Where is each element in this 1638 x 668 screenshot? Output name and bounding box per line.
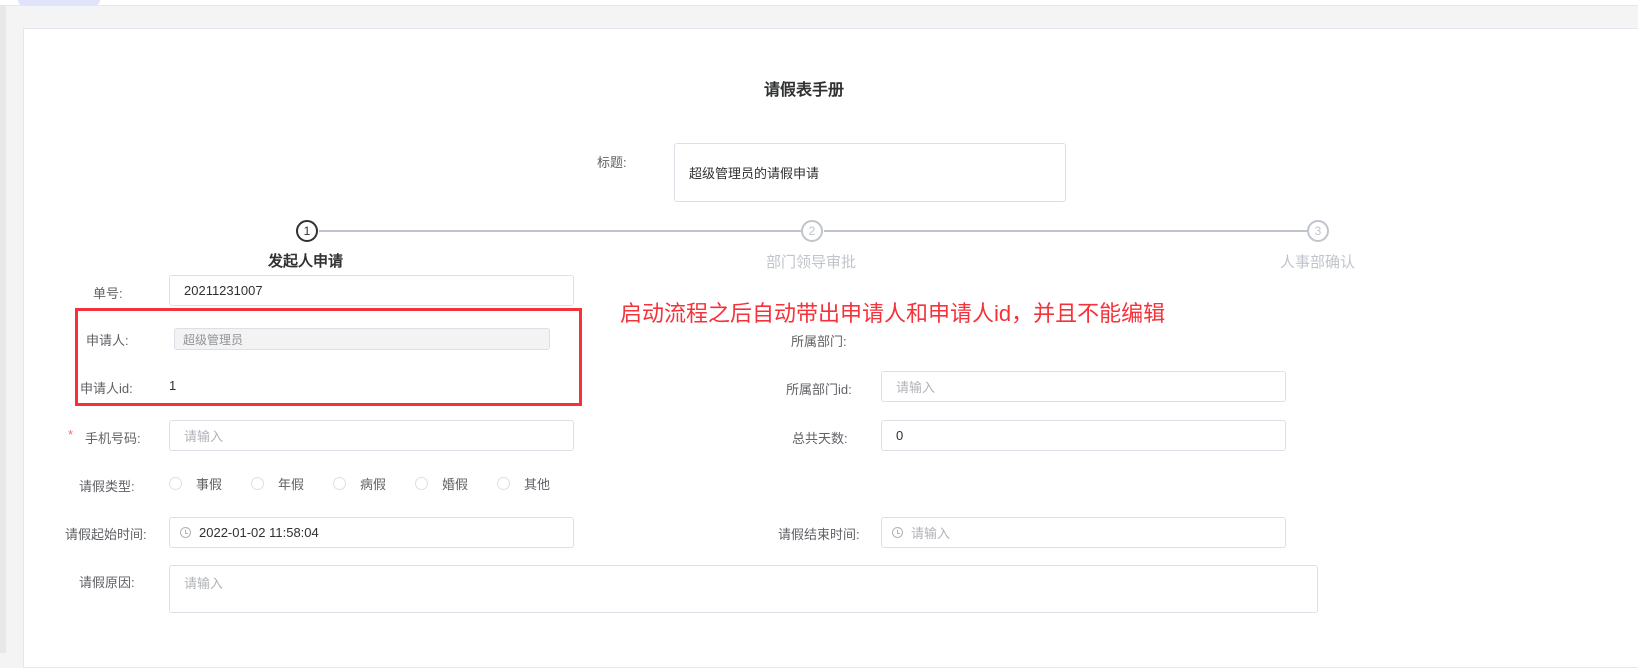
department-label: 所属部门: <box>791 334 847 349</box>
applicant-input-disabled: 超级管理员 <box>174 328 550 350</box>
step-line-2 <box>824 230 1307 232</box>
step-2-label: 部门领导审批 <box>766 254 857 271</box>
department-id-input[interactable]: 请输入 <box>881 371 1286 402</box>
left-scroll-edge <box>0 6 6 653</box>
applicant-id-label: 申请人id: <box>80 381 133 396</box>
radio-circle-icon <box>497 477 510 490</box>
subject-input[interactable]: 超级管理员的请假申请 <box>674 143 1066 202</box>
phone-input[interactable]: 请输入 <box>169 420 574 451</box>
annotation-box <box>75 308 582 406</box>
radio-option[interactable]: 事假 <box>169 474 222 493</box>
clock-icon <box>180 527 191 538</box>
page-title: 请假表手册 <box>764 82 845 99</box>
radio-option[interactable]: 婚假 <box>415 474 468 493</box>
clock-icon <box>892 527 903 538</box>
leave-type-label: 请假类型: <box>79 479 135 494</box>
annotation-text: 启动流程之后自动带出申请人和申请人id，并且不能编辑 <box>620 301 1166 326</box>
radio-circle-icon <box>169 477 182 490</box>
radio-option[interactable]: 其他 <box>497 474 550 493</box>
radio-circle-icon <box>415 477 428 490</box>
radio-option[interactable]: 病假 <box>333 474 386 493</box>
step-3-icon: 3 <box>1307 220 1329 242</box>
step-1-label: 发起人申请 <box>268 253 344 270</box>
step-1-icon: 1 <box>296 220 318 242</box>
applicant-label: 申请人: <box>86 333 129 348</box>
reason-textarea[interactable]: 请输入 <box>169 565 1318 613</box>
radio-option[interactable]: 年假 <box>251 474 304 493</box>
step-2-icon: 2 <box>801 220 823 242</box>
top-bar <box>0 0 1638 6</box>
total-days-input[interactable]: 0 <box>881 420 1286 451</box>
start-time-label: 请假起始时间: <box>65 527 147 542</box>
reason-label: 请假原因: <box>79 575 135 590</box>
total-days-label: 总共天数: <box>792 431 848 446</box>
department-id-label: 所属部门id: <box>786 382 852 397</box>
radio-circle-icon <box>333 477 346 490</box>
start-time-picker[interactable]: 2022-01-02 11:58:04 <box>169 517 574 548</box>
order-no-label: 单号: <box>93 286 123 301</box>
end-time-picker[interactable]: 请输入 <box>881 517 1286 548</box>
active-tab[interactable] <box>18 0 100 6</box>
subject-label: 标题: <box>597 155 627 170</box>
step-line-1 <box>319 230 801 232</box>
step-3-label: 人事部确认 <box>1280 254 1356 271</box>
applicant-id-value: 1 <box>169 378 177 393</box>
required-mark: * <box>68 427 74 442</box>
radio-circle-icon <box>251 477 264 490</box>
end-time-label: 请假结束时间: <box>778 527 860 542</box>
phone-label: 手机号码: <box>85 431 141 446</box>
order-no-input[interactable]: 20211231007 <box>169 275 574 306</box>
